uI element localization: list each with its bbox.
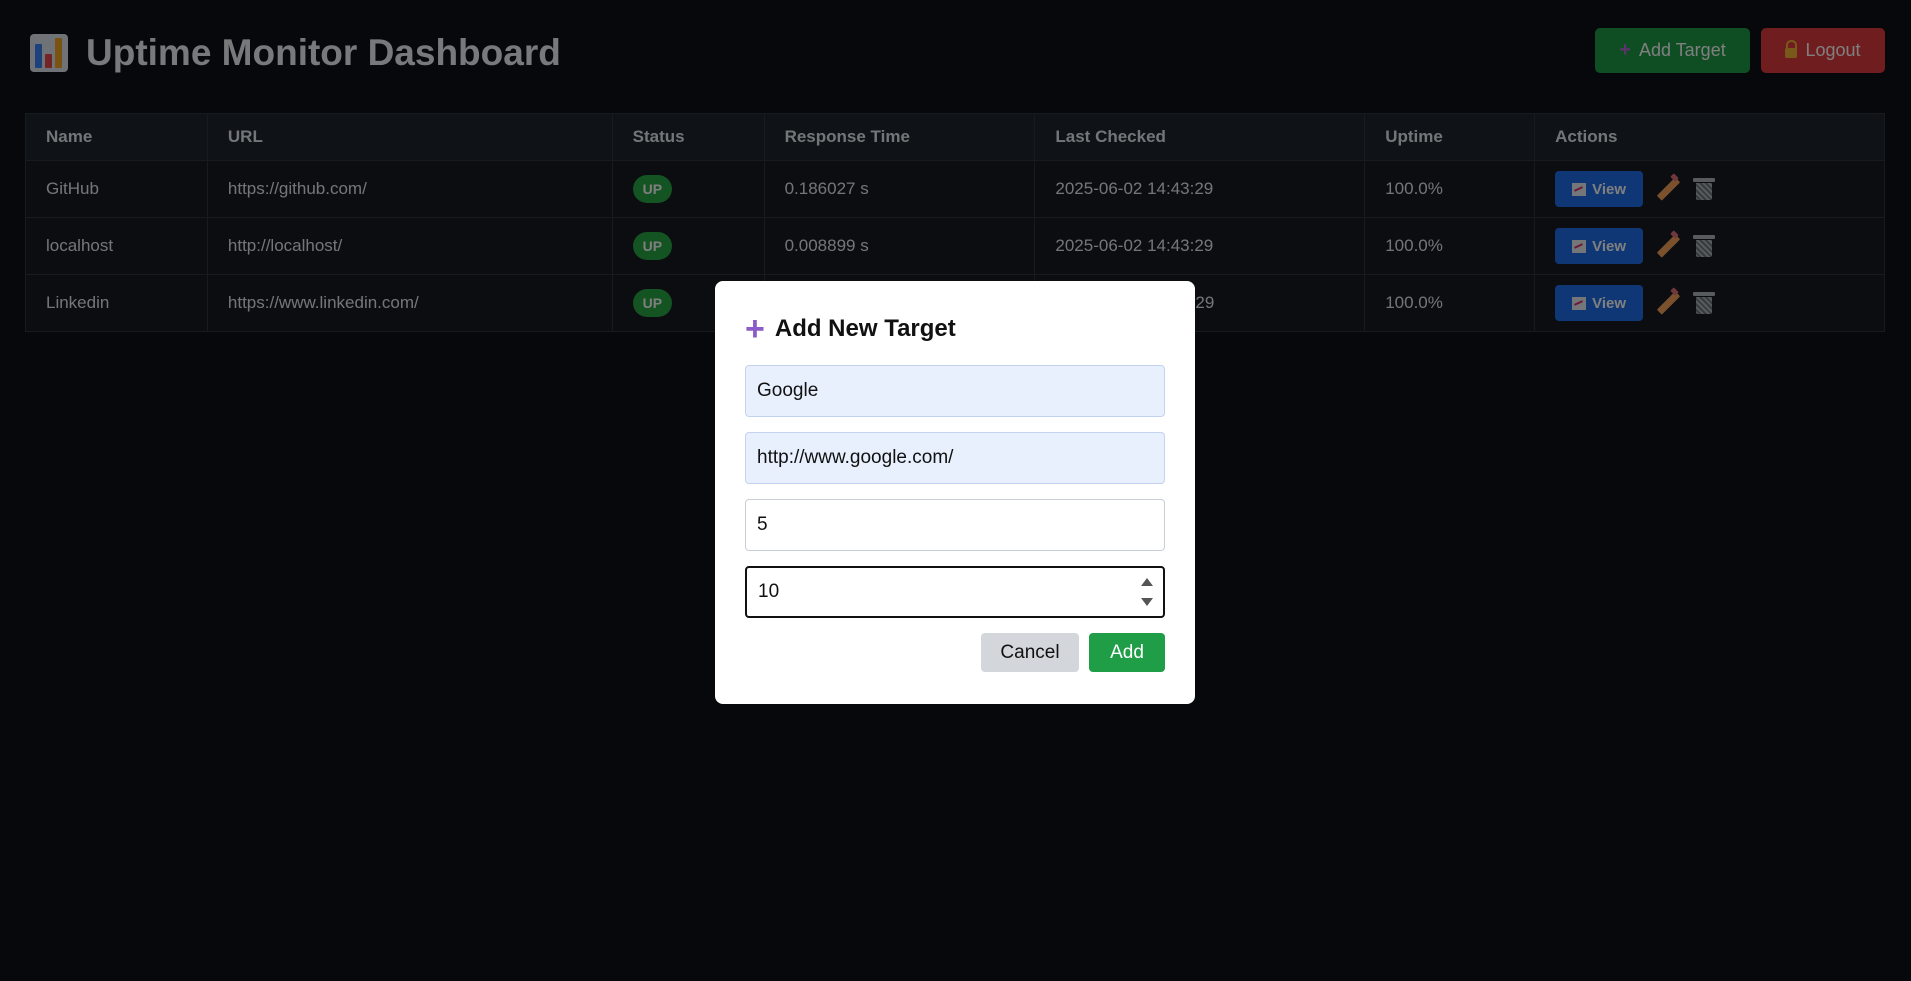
modal-header: + Add New Target: [745, 310, 1165, 348]
plus-icon: +: [745, 310, 765, 348]
number-spinner[interactable]: [1141, 578, 1153, 606]
timeout-number-input[interactable]: [745, 566, 1165, 618]
target-url-input[interactable]: [745, 432, 1165, 484]
target-name-input[interactable]: [745, 365, 1165, 417]
add-target-modal: + Add New Target Cancel Add: [715, 281, 1195, 704]
modal-title: Add New Target: [774, 315, 956, 342]
timeout-field-wrap: [745, 566, 1165, 618]
check-interval-input[interactable]: [745, 499, 1165, 551]
cancel-button[interactable]: Cancel: [981, 633, 1079, 672]
spinner-up-icon[interactable]: [1141, 578, 1153, 586]
modal-actions: Cancel Add: [745, 633, 1165, 672]
dashboard-page: Uptime Monitor Dashboard + Add Target Lo…: [0, 0, 1911, 981]
spinner-down-icon[interactable]: [1141, 598, 1153, 606]
add-button[interactable]: Add: [1089, 633, 1165, 672]
